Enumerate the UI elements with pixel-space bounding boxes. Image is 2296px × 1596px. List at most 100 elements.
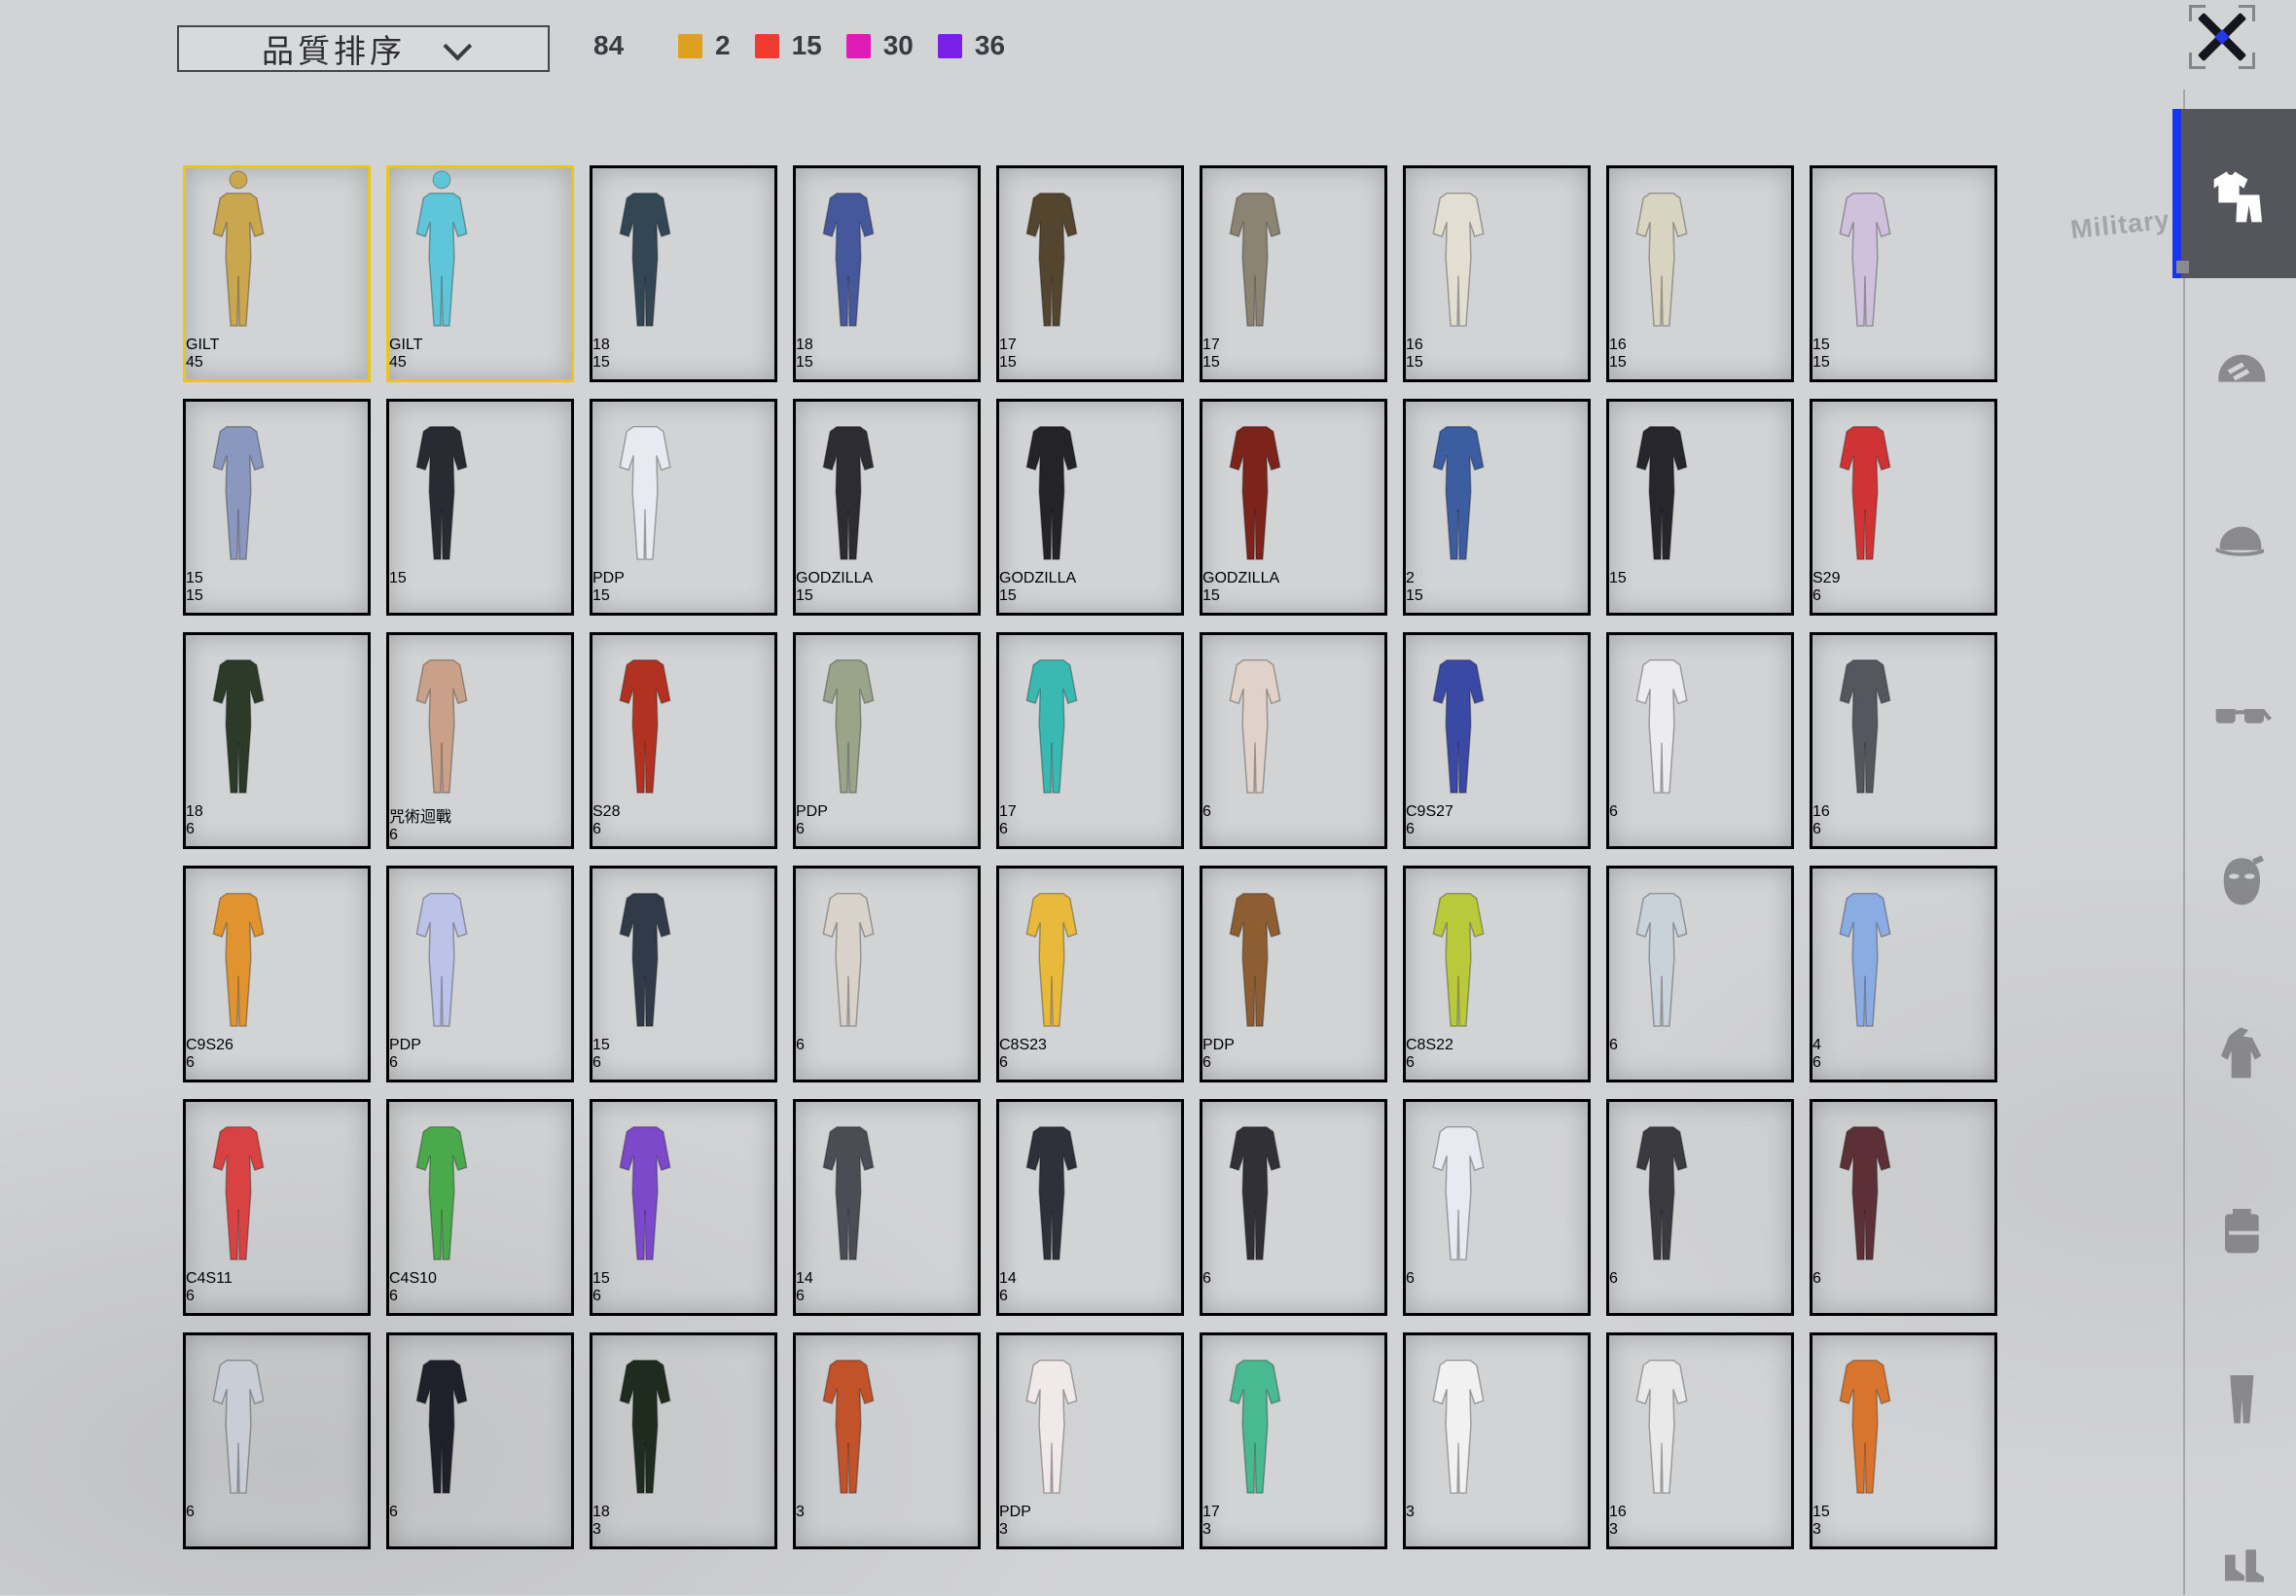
price-value: 6: [796, 1037, 805, 1053]
item-card[interactable]: 15: [1606, 399, 1794, 616]
item-card[interactable]: 146: [996, 1099, 1184, 1316]
item-price: 6: [389, 827, 571, 844]
item-card[interactable]: 1615: [1403, 165, 1591, 382]
season-tag-badge: C8S22: [1406, 1037, 1588, 1054]
item-card[interactable]: 3: [793, 1332, 981, 1549]
outfit-figure: [796, 168, 901, 332]
item-price: 6: [592, 1288, 774, 1305]
item-card[interactable]: C8S226: [1403, 866, 1591, 1082]
level-badge-number: 17: [999, 803, 1017, 820]
item-card[interactable]: 1715: [996, 165, 1184, 382]
item-card[interactable]: GODZILLA15: [1200, 399, 1387, 616]
sidebar-tab-mask[interactable]: [2208, 848, 2273, 912]
item-card[interactable]: 176: [996, 632, 1184, 849]
item-card[interactable]: C9S276: [1403, 632, 1591, 849]
sidebar-tab-shoes[interactable]: [2208, 1532, 2273, 1596]
item-card[interactable]: 163: [1606, 1332, 1794, 1549]
close-button[interactable]: [2189, 5, 2255, 69]
sidebar-tab-outfit-selected[interactable]: [2172, 109, 2296, 278]
item-card[interactable]: GODZILLA15: [996, 399, 1184, 616]
item-price: 45: [186, 354, 368, 372]
item-card[interactable]: 1615: [1606, 165, 1794, 382]
item-card[interactable]: 6: [793, 866, 981, 1082]
item-price: 15: [796, 587, 978, 605]
price-value: 6: [1202, 803, 1211, 820]
item-card[interactable]: 6: [1606, 1099, 1794, 1316]
item-card[interactable]: 6: [1403, 1099, 1591, 1316]
item-card[interactable]: GODZILLA15: [793, 399, 981, 616]
pop-logo: PDP: [1202, 1037, 1384, 1054]
purple-rarity-count: 36: [975, 30, 1005, 61]
item-card[interactable]: C4S116: [183, 1099, 371, 1316]
item-card[interactable]: 156: [590, 866, 777, 1082]
item-card[interactable]: 6: [1200, 632, 1387, 849]
sidebar-tab-cap[interactable]: [2208, 508, 2273, 572]
item-card[interactable]: 1815: [590, 165, 777, 382]
item-card[interactable]: 1815: [793, 165, 981, 382]
item-card[interactable]: 3: [1403, 1332, 1591, 1549]
season-tag-badge: C8S23: [999, 1037, 1181, 1054]
item-card[interactable]: 1515: [183, 399, 371, 616]
sidebar-tab-helmet[interactable]: [2208, 336, 2273, 400]
level-badge: 17: [1202, 337, 1384, 354]
item-card[interactable]: C8S236: [996, 866, 1184, 1082]
item-card[interactable]: PDP6: [386, 866, 574, 1082]
item-card[interactable]: C9S266: [183, 866, 371, 1082]
item-card[interactable]: 15: [386, 399, 574, 616]
item-price: 15: [389, 570, 571, 587]
item-card[interactable]: 186: [183, 632, 371, 849]
sidebar-tab-glasses[interactable]: [2208, 681, 2273, 745]
item-card[interactable]: 166: [1810, 632, 1997, 849]
item-price: 15: [1609, 570, 1791, 587]
outfit-icon: [2204, 162, 2266, 225]
item-card[interactable]: PDP15: [590, 399, 777, 616]
item-card[interactable]: S296: [1810, 399, 1997, 616]
shield-level-badge: 14: [999, 1270, 1181, 1288]
item-card[interactable]: 6: [1606, 866, 1794, 1082]
sidebar-tab-jacket[interactable]: [2208, 1021, 2273, 1085]
item-card[interactable]: 173: [1200, 1332, 1387, 1549]
item-price: 6: [186, 821, 368, 838]
item-card[interactable]: 6: [1606, 632, 1794, 849]
medal-badge-number: 2: [1406, 570, 1415, 586]
item-card[interactable]: GILT45: [183, 165, 371, 382]
item-card[interactable]: PDP6: [793, 632, 981, 849]
outfit-figure: [999, 168, 1104, 332]
item-card[interactable]: 咒術迴戰6: [386, 632, 574, 849]
level-badge-number: 15: [592, 1037, 610, 1053]
item-card[interactable]: PDP6: [1200, 866, 1387, 1082]
level-badge-value: 18: [592, 1504, 774, 1521]
quality-sort-dropdown[interactable]: 品質排序: [177, 25, 550, 72]
item-card[interactable]: 146: [793, 1099, 981, 1316]
item-price: 6: [1406, 1054, 1588, 1072]
outfit-figure: [186, 1102, 291, 1265]
item-card[interactable]: GILT45: [386, 165, 574, 382]
item-card[interactable]: C4S106: [386, 1099, 574, 1316]
item-card[interactable]: 6: [183, 1332, 371, 1549]
item-card[interactable]: 46: [1810, 866, 1997, 1082]
item-price: 6: [186, 1054, 368, 1072]
item-card[interactable]: 6: [386, 1332, 574, 1549]
item-price: 15: [796, 354, 978, 372]
season-tag-value: C9S26: [186, 1037, 368, 1054]
sidebar-tab-pants[interactable]: [2208, 1366, 2273, 1431]
price-value: 45: [389, 354, 407, 371]
item-card[interactable]: 153: [1810, 1332, 1997, 1549]
item-card[interactable]: 215: [1403, 399, 1591, 616]
item-card[interactable]: 6: [1810, 1099, 1997, 1316]
item-price: 15: [999, 587, 1181, 605]
price-value: 6: [389, 1288, 398, 1304]
sidebar-tab-backpack[interactable]: [2208, 1196, 2273, 1260]
price-value: 6: [1812, 587, 1821, 604]
item-card[interactable]: PDP3: [996, 1332, 1184, 1549]
level-badge: 15: [1812, 337, 1994, 354]
item-card[interactable]: S286: [590, 632, 777, 849]
item-card[interactable]: 1515: [1810, 165, 1997, 382]
price-value: 6: [389, 827, 398, 843]
item-card[interactable]: 156: [590, 1099, 777, 1316]
item-card[interactable]: 6: [1200, 1099, 1387, 1316]
season-tag-value: C4S11: [186, 1270, 368, 1288]
item-card[interactable]: 1715: [1200, 165, 1387, 382]
item-price: 6: [999, 1288, 1181, 1305]
item-card[interactable]: 183: [590, 1332, 777, 1549]
